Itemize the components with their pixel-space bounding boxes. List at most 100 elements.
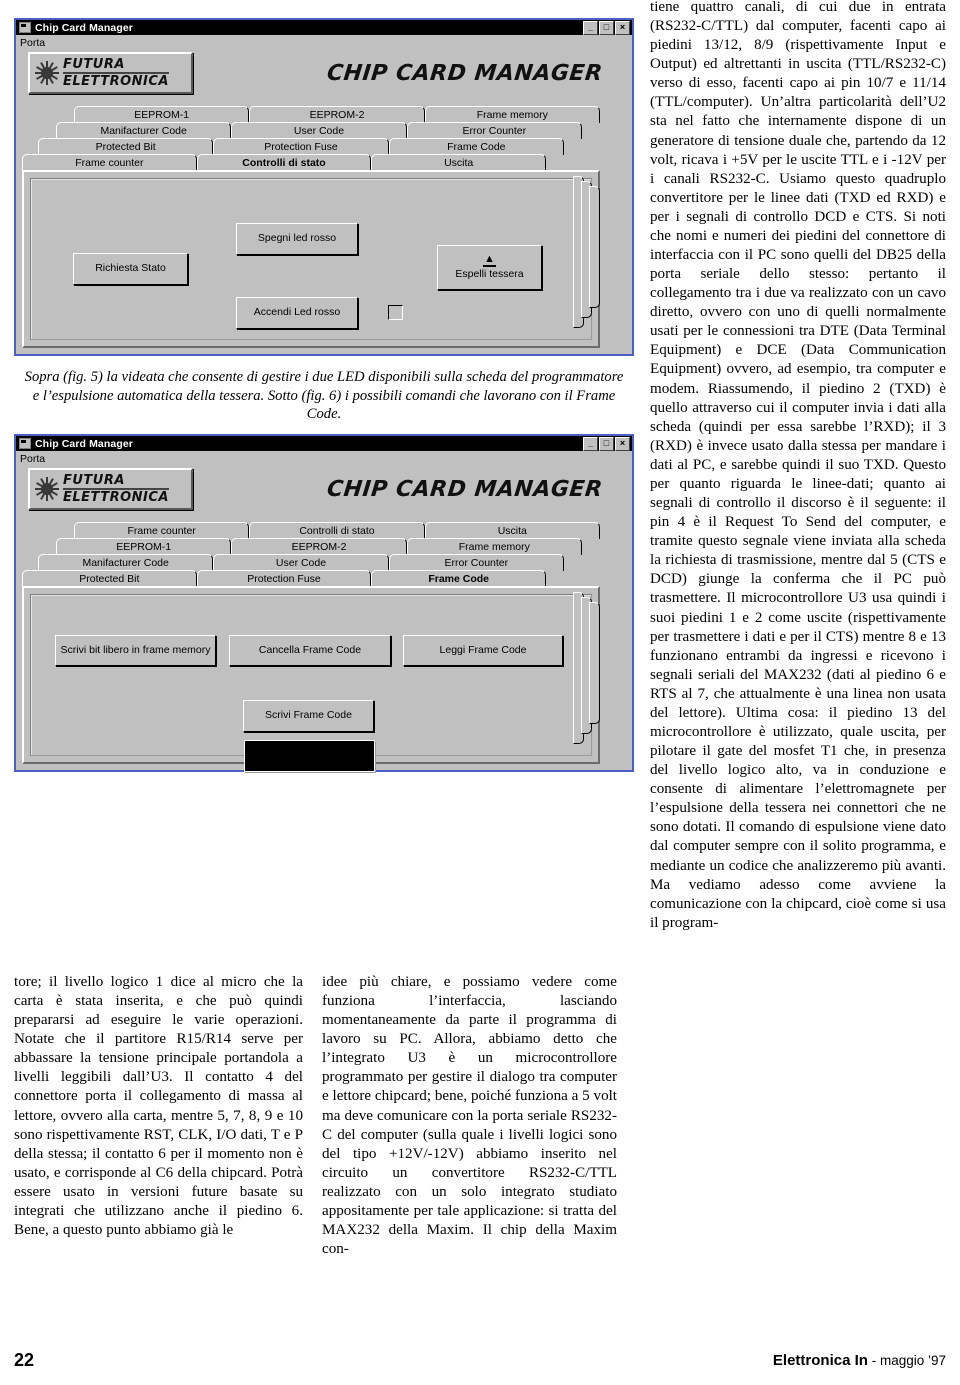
magazine-credit: Elettronica In - maggio ’97 bbox=[773, 1352, 946, 1369]
tab-error-counter[interactable]: Error Counter bbox=[388, 554, 564, 572]
close-button[interactable]: × bbox=[615, 20, 630, 35]
sunburst-icon bbox=[34, 60, 60, 86]
figure-caption: Sopra (fig. 5) la videata che consente d… bbox=[24, 369, 624, 423]
tab-frame-code[interactable]: Frame Code bbox=[388, 138, 564, 155]
accendi-led-rosso-button[interactable]: Accendi Led rosso bbox=[236, 297, 358, 329]
menu-item-porta[interactable]: Porta bbox=[20, 37, 45, 49]
chip-card-manager-window-fig5: Chip Card Manager _ □ × Porta FUTURA ELE… bbox=[14, 18, 634, 356]
tab-row-1: Frame counter Controlli di stato Uscita bbox=[74, 522, 600, 540]
app-title-heading: CHIP CARD MANAGER bbox=[325, 60, 604, 86]
tab-protected-bit[interactable]: Protected Bit bbox=[38, 138, 214, 155]
tab-manifacturer-code[interactable]: Manifacturer Code bbox=[38, 554, 214, 572]
brand-row: FUTURA ELETTRONICA CHIP CARD MANAGER bbox=[22, 467, 626, 511]
minimize-button[interactable]: _ bbox=[583, 20, 598, 35]
tab-row-2: Manifacturer Code User Code Error Counte… bbox=[56, 122, 582, 139]
column-1-text: tore; il livello logico 1 dice al micro … bbox=[14, 974, 303, 1239]
tab-uscita[interactable]: Uscita bbox=[371, 154, 547, 171]
tab-frame-counter[interactable]: Frame counter bbox=[74, 522, 250, 540]
brand-text: FUTURA ELETTRONICA bbox=[63, 58, 169, 88]
tab-panel-frame-code: Scrivi bit libero in frame memory Cancel… bbox=[22, 586, 600, 773]
restore-button[interactable]: □ bbox=[599, 20, 614, 35]
spegni-led-rosso-button[interactable]: Spegni led rosso bbox=[236, 223, 358, 255]
tab-stack: Frame counter Controlli di stato Uscita … bbox=[22, 522, 626, 773]
tab-eeprom-1[interactable]: EEPROM-1 bbox=[74, 106, 250, 123]
menu-item-porta[interactable]: Porta bbox=[20, 453, 45, 465]
tab-frame-code[interactable]: Frame Code bbox=[371, 570, 547, 588]
tab-error-counter[interactable]: Error Counter bbox=[406, 122, 582, 139]
window-buttons[interactable]: _ □ × bbox=[583, 436, 630, 451]
tab-user-code[interactable]: User Code bbox=[213, 554, 389, 572]
tab-protection-fuse[interactable]: Protection Fuse bbox=[213, 138, 389, 155]
tab-stack-sheets bbox=[573, 172, 600, 346]
window-body: FUTURA ELETTRONICA CHIP CARD MANAGER EEP… bbox=[16, 51, 632, 354]
app-title-heading: CHIP CARD MANAGER bbox=[325, 476, 604, 502]
tab-row-2: EEPROM-1 EEPROM-2 Frame memory bbox=[56, 538, 582, 556]
magazine-issue: - maggio ’97 bbox=[867, 1353, 946, 1368]
window-title: Chip Card Manager bbox=[35, 21, 133, 34]
tab-row-4: Frame counter Controlli di stato Uscita bbox=[22, 154, 547, 171]
tab-uscita[interactable]: Uscita bbox=[424, 522, 600, 540]
column-2-text: idee più chiare, e possiamo vedere come … bbox=[322, 974, 617, 1258]
tab-protected-bit[interactable]: Protected Bit bbox=[22, 570, 197, 588]
app-icon bbox=[19, 438, 31, 450]
espelli-tessera-button[interactable]: ▲ Espelli tessera bbox=[437, 245, 542, 290]
espelli-tessera-label: Espelli tessera bbox=[455, 267, 524, 280]
menu-bar[interactable]: Porta bbox=[16, 35, 632, 51]
tab-protection-fuse[interactable]: Protection Fuse bbox=[196, 570, 372, 588]
page-number: 22 bbox=[14, 1350, 35, 1370]
tab-eeprom-2[interactable]: EEPROM-2 bbox=[231, 538, 407, 556]
panel-inner: Richiesta Stato Spegni led rosso Accendi… bbox=[30, 178, 592, 340]
eject-icon: ▲ bbox=[483, 252, 496, 267]
brand-line-1: FUTURA bbox=[63, 58, 169, 74]
column-3-text: tiene quattro canali, di cui due in entr… bbox=[650, 0, 946, 931]
body-column-1: tore; il livello logico 1 dice al micro … bbox=[14, 973, 303, 1240]
frame-code-display[interactable] bbox=[244, 740, 375, 773]
tab-eeprom-2[interactable]: EEPROM-2 bbox=[249, 106, 425, 123]
app-icon bbox=[19, 22, 31, 33]
richiesta-stato-button[interactable]: Richiesta Stato bbox=[73, 253, 188, 285]
window-title: Chip Card Manager bbox=[35, 437, 133, 450]
brand-row: FUTURA ELETTRONICA CHIP CARD MANAGER bbox=[22, 51, 626, 94]
tab-controlli-di-stato[interactable]: Controlli di stato bbox=[196, 154, 372, 171]
page-footer: 22 Elettronica In - maggio ’97 bbox=[14, 1349, 946, 1371]
title-bar: Chip Card Manager _ □ × bbox=[16, 436, 632, 452]
tab-panel-controlli-di-stato: Richiesta Stato Spegni led rosso Accendi… bbox=[22, 170, 600, 348]
scrivi-bit-libero-button[interactable]: Scrivi bit libero in frame memory bbox=[55, 635, 216, 667]
restore-button[interactable]: □ bbox=[599, 436, 614, 451]
scrivi-frame-code-button[interactable]: Scrivi Frame Code bbox=[243, 700, 374, 733]
title-bar: Chip Card Manager _ □ × bbox=[16, 20, 632, 35]
leggi-frame-code-button[interactable]: Leggi Frame Code bbox=[403, 635, 563, 667]
tab-controlli-di-stato[interactable]: Controlli di stato bbox=[249, 522, 425, 540]
magazine-name: Elettronica In bbox=[772, 1352, 868, 1369]
close-button[interactable]: × bbox=[615, 436, 630, 451]
tab-manifacturer-code[interactable]: Manifacturer Code bbox=[56, 122, 232, 139]
tab-user-code[interactable]: User Code bbox=[231, 122, 407, 139]
tab-row-1: EEPROM-1 EEPROM-2 Frame memory bbox=[74, 106, 600, 123]
window-buttons[interactable]: _ □ × bbox=[583, 20, 630, 35]
brand-text: FUTURA ELETTRONICA bbox=[63, 474, 169, 504]
menu-bar[interactable]: Porta bbox=[16, 451, 632, 468]
figures-block: Chip Card Manager _ □ × Porta FUTURA ELE… bbox=[14, 18, 634, 773]
panel-inner: Scrivi bit libero in frame memory Cancel… bbox=[30, 594, 592, 773]
brand-line-2: ELETTRONICA bbox=[63, 74, 169, 89]
body-column-2: idee più chiare, e possiamo vedere come … bbox=[322, 973, 617, 1259]
led-checkbox[interactable] bbox=[388, 305, 403, 320]
futura-elettronica-logo: FUTURA ELETTRONICA bbox=[28, 468, 193, 511]
magazine-page: Chip Card Manager _ □ × Porta FUTURA ELE… bbox=[0, 0, 960, 1385]
brand-line-2: ELETTRONICA bbox=[63, 490, 169, 506]
tab-frame-counter[interactable]: Frame counter bbox=[22, 154, 197, 171]
tab-frame-memory[interactable]: Frame memory bbox=[406, 538, 582, 556]
minimize-button[interactable]: _ bbox=[583, 436, 598, 451]
tab-row-4: Protected Bit Protection Fuse Frame Code bbox=[22, 570, 547, 588]
window-body: FUTURA ELETTRONICA CHIP CARD MANAGER Fra… bbox=[16, 467, 632, 773]
tab-stack: EEPROM-1 EEPROM-2 Frame memory Manifactu… bbox=[22, 106, 626, 348]
body-column-3: tiene quattro canali, di cui due in entr… bbox=[650, 0, 946, 933]
tab-eeprom-1[interactable]: EEPROM-1 bbox=[56, 538, 232, 556]
sunburst-icon bbox=[34, 476, 60, 502]
tab-row-3: Manifacturer Code User Code Error Counte… bbox=[38, 554, 564, 572]
brand-line-1: FUTURA bbox=[63, 474, 169, 491]
tab-row-3: Protected Bit Protection Fuse Frame Code bbox=[38, 138, 564, 155]
tab-frame-memory[interactable]: Frame memory bbox=[424, 106, 600, 123]
cancella-frame-code-button[interactable]: Cancella Frame Code bbox=[229, 635, 391, 667]
futura-elettronica-logo: FUTURA ELETTRONICA bbox=[28, 52, 193, 94]
